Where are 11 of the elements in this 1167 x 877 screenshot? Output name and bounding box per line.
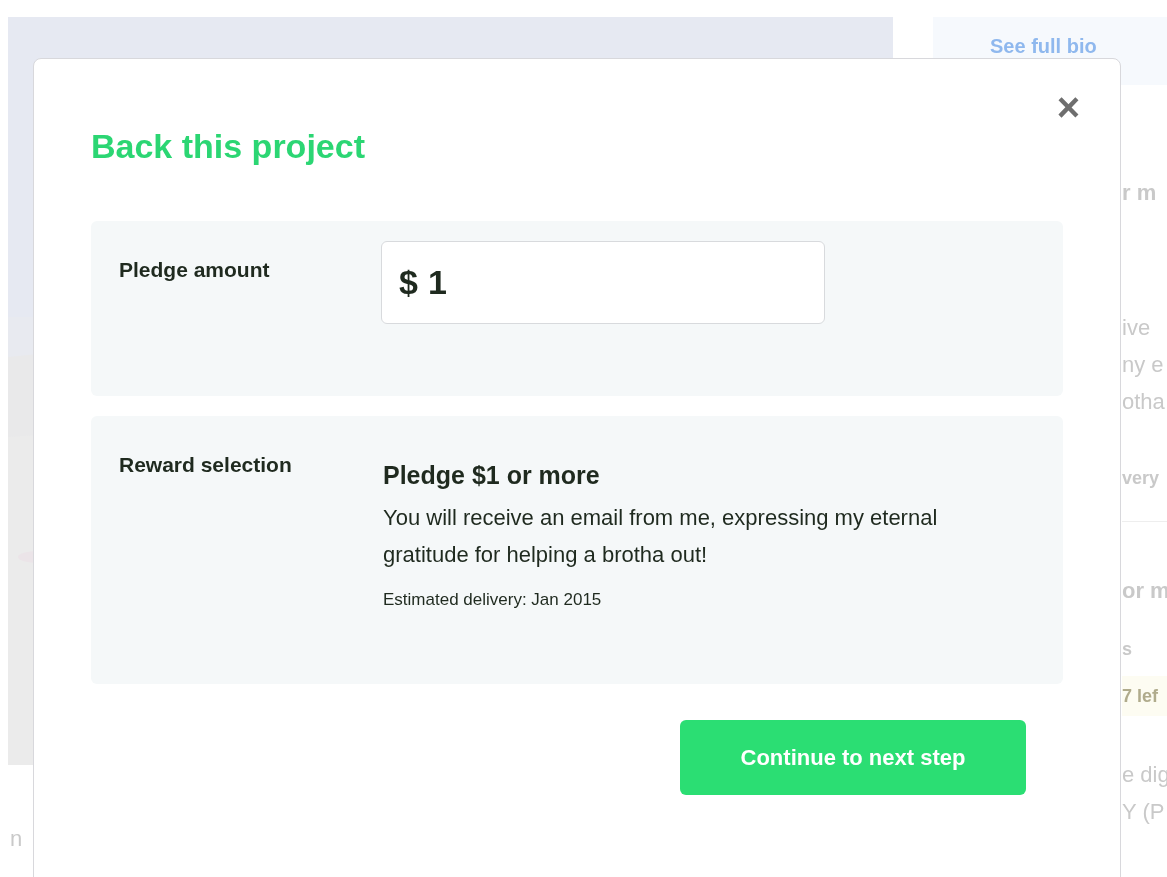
reward-label: Reward selection	[119, 452, 293, 478]
pledge-label: Pledge amount	[119, 257, 271, 283]
amount-input[interactable]: 1	[427, 257, 807, 308]
close-button[interactable]: ×	[1056, 87, 1080, 127]
currency-symbol: $	[399, 262, 418, 303]
background-badge: 7 lef	[1122, 676, 1167, 716]
reward-title: Pledge $1 or more	[383, 460, 601, 491]
delivery-date: Estimated delivery: Jan 2015	[383, 588, 603, 611]
pledge-amount-field[interactable]: $ 1	[381, 241, 825, 324]
reward-description: You will receive an email from me, expressing my eternal gratitude for helping a brotha out!	[383, 503, 939, 569]
modal-title: Back this project	[91, 126, 366, 167]
